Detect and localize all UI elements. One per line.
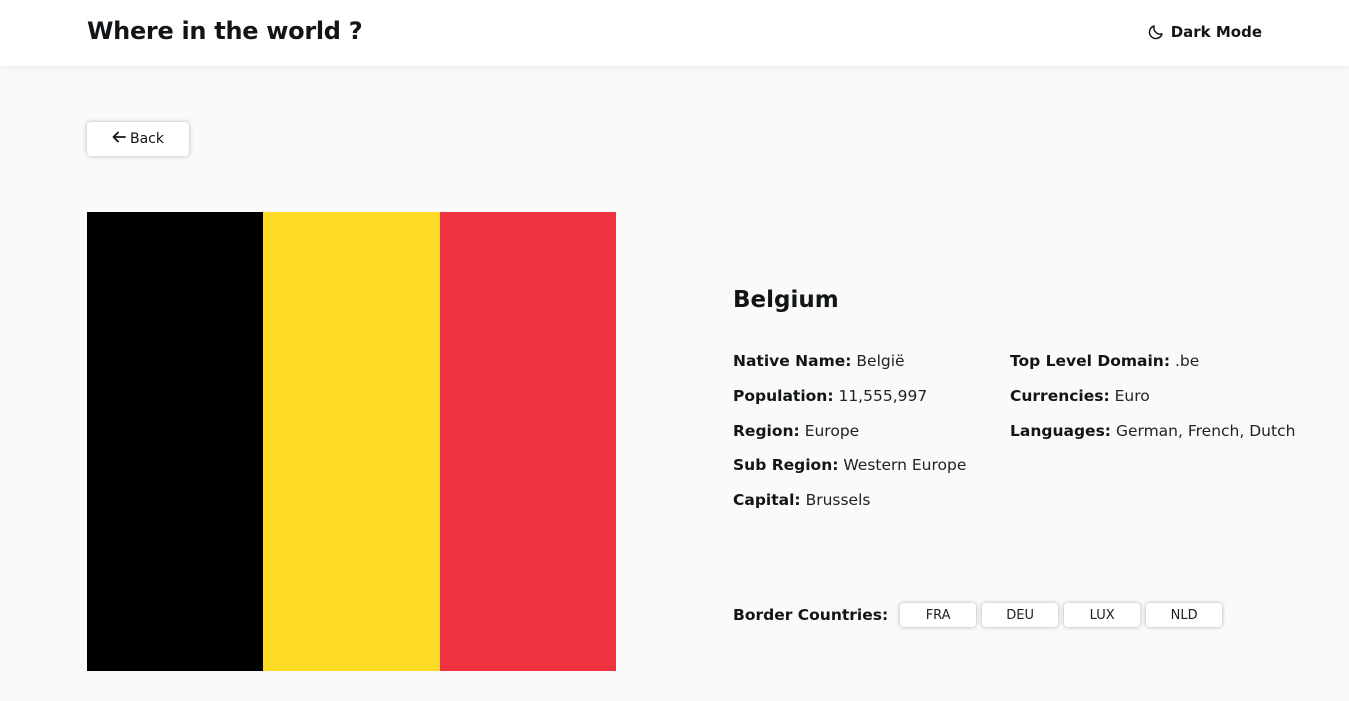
sub-region-label: Sub Region: xyxy=(733,456,839,475)
languages-label: Languages: xyxy=(1010,421,1111,440)
currencies-row: Currencies: Euro xyxy=(1010,386,1273,421)
details-column-secondary: Top Level Domain: .be Currencies: Euro L… xyxy=(1010,351,1295,525)
border-countries: Border Countries: FRA DEU LUX NLD xyxy=(733,603,1228,627)
border-country-chip[interactable]: LUX xyxy=(1064,603,1141,627)
border-country-chip[interactable]: NLD xyxy=(1146,603,1223,627)
languages-value: German, French, Dutch xyxy=(1115,421,1296,440)
flag-stripe-black xyxy=(87,212,264,671)
dark-mode-label: Dark Mode xyxy=(1170,23,1262,41)
top-level-domain-value: .be xyxy=(1174,352,1200,370)
region-row: Region: Europe xyxy=(733,421,1010,456)
flag-stripe-red xyxy=(439,212,616,671)
app-title: Where in the world ? xyxy=(87,17,363,45)
capital-label: Capital: xyxy=(733,491,801,509)
top-level-domain-label: Top Level Domain: xyxy=(1010,352,1171,370)
details-column-primary: Native Name: België Population: 11,555,9… xyxy=(733,351,1010,525)
border-country-chip[interactable]: FRA xyxy=(900,603,977,627)
native-name-label: Native Name: xyxy=(733,352,852,370)
region-value: Europe xyxy=(804,421,860,440)
sub-region-row: Sub Region: Western Europe xyxy=(733,455,1010,490)
arrow-left-icon xyxy=(112,131,126,147)
native-name-row: Native Name: België xyxy=(733,351,1010,386)
languages-row: Languages: German, French, Dutch xyxy=(1010,421,1295,456)
sub-region-value: Western Europe xyxy=(843,456,967,475)
country-details: Belgium Native Name: België Population: … xyxy=(733,287,1295,525)
back-button[interactable]: Back xyxy=(87,122,189,156)
population-row: Population: 11,555,997 xyxy=(733,386,1010,421)
border-country-chip[interactable]: DEU xyxy=(982,603,1059,627)
app-header: Where in the world ? Dark Mode xyxy=(0,0,1349,66)
back-label: Back xyxy=(130,131,164,147)
population-label: Population: xyxy=(733,386,834,405)
country-flag xyxy=(87,212,616,671)
moon-icon xyxy=(1147,23,1165,41)
currencies-value: Euro xyxy=(1114,386,1150,405)
capital-row: Capital: Brussels xyxy=(733,490,1010,525)
capital-value: Brussels xyxy=(805,491,871,509)
flag-stripe-yellow xyxy=(263,212,440,671)
border-countries-label: Border Countries: xyxy=(733,606,889,624)
currencies-label: Currencies: xyxy=(1010,386,1110,405)
top-level-domain-row: Top Level Domain: .be xyxy=(1010,351,1273,386)
population-value: 11,555,997 xyxy=(838,386,928,405)
region-label: Region: xyxy=(733,421,800,440)
country-name: Belgium xyxy=(733,287,839,313)
dark-mode-toggle[interactable]: Dark Mode xyxy=(1147,23,1262,41)
native-name-value: België xyxy=(856,352,905,370)
